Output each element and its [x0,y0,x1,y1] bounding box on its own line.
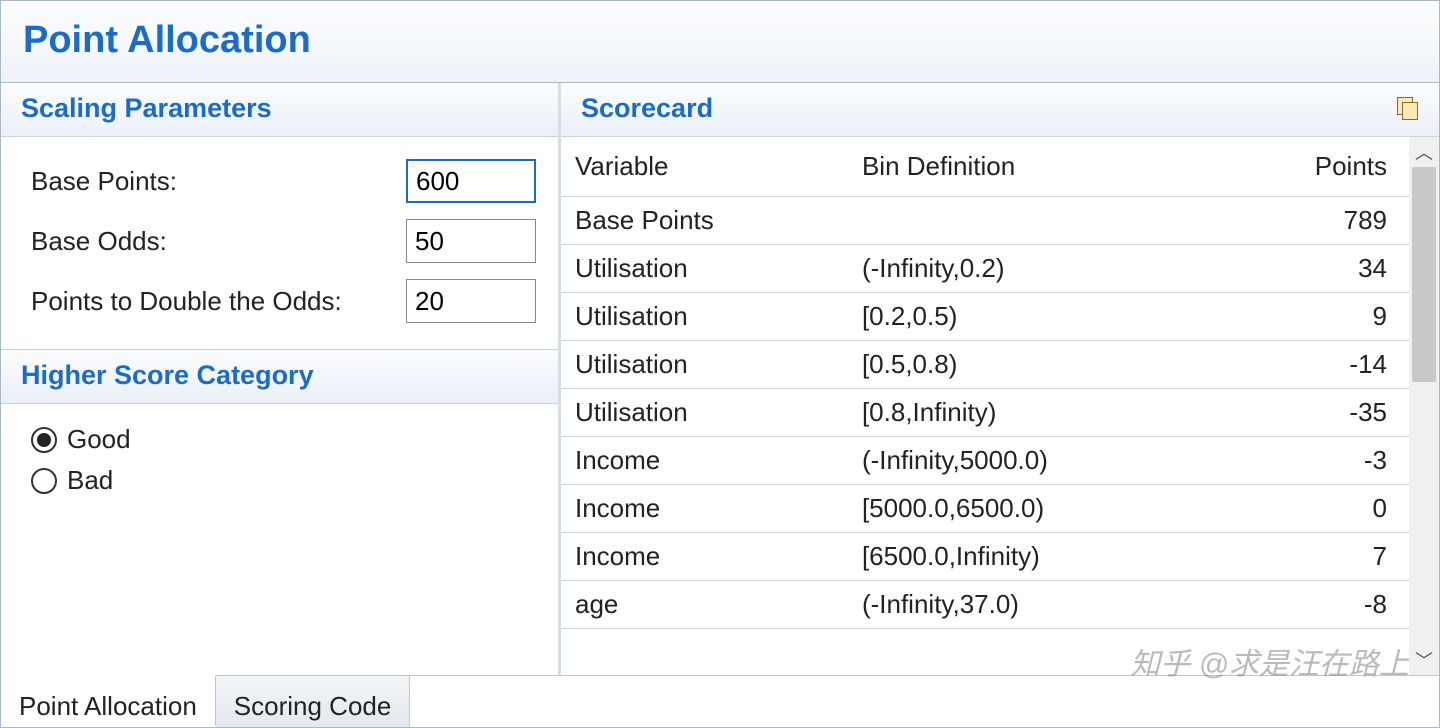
table-row[interactable]: age(-Infinity,37.0)-8 [561,581,1409,629]
cell-points: 34 [1218,245,1409,293]
scroll-track[interactable] [1409,167,1439,645]
cell-variable: Utilisation [561,389,848,437]
tab-point-allocation[interactable]: Point Allocation [1,675,216,726]
cell-variable: Income [561,485,848,533]
cell-variable: Utilisation [561,245,848,293]
scorecard-table-body: Variable Bin Definition Points Base Poin… [561,137,1409,675]
cell-bin: [5000.0,6500.0) [848,485,1218,533]
scorecard-header: Scorecard [561,83,1439,137]
cell-bin: (-Infinity,37.0) [848,581,1218,629]
pdo-label: Points to Double the Odds: [31,286,342,317]
scroll-thumb[interactable] [1412,167,1436,382]
col-points: Points [1218,137,1409,197]
cell-bin: (-Infinity,5000.0) [848,437,1218,485]
cell-points: -35 [1218,389,1409,437]
main-area: Scaling Parameters Base Points: Base Odd… [1,83,1439,675]
cell-bin: [0.8,Infinity) [848,389,1218,437]
base-points-label: Base Points: [31,166,177,197]
base-odds-input[interactable] [406,219,536,263]
cell-points: -8 [1218,581,1409,629]
cell-variable: Utilisation [561,293,848,341]
right-column: Scorecard Variable Bin Definition Points [561,83,1439,675]
cell-bin: [0.2,0.5) [848,293,1218,341]
radio-icon [31,427,57,453]
cell-points: -14 [1218,341,1409,389]
cell-variable: Income [561,533,848,581]
cell-points: 789 [1218,197,1409,245]
base-odds-row: Base Odds: [31,219,536,263]
cell-variable: age [561,581,848,629]
table-header-row: Variable Bin Definition Points [561,137,1409,197]
radio-bad-label: Bad [67,465,113,496]
cell-points: -3 [1218,437,1409,485]
table-row[interactable]: Utilisation[0.5,0.8)-14 [561,341,1409,389]
base-points-input[interactable] [406,159,536,203]
bottom-tabs: Point Allocation Scoring Code [1,675,1439,727]
col-bin: Bin Definition [848,137,1218,197]
base-odds-label: Base Odds: [31,226,167,257]
left-column: Scaling Parameters Base Points: Base Odd… [1,83,561,675]
scorecard-table: Variable Bin Definition Points Base Poin… [561,137,1409,629]
higher-score-category-header: Higher Score Category [1,350,558,404]
base-points-row: Base Points: [31,159,536,203]
scaling-parameters-header: Scaling Parameters [1,83,558,137]
table-row[interactable]: Income[6500.0,Infinity)7 [561,533,1409,581]
cell-points: 7 [1218,533,1409,581]
tab-label: Point Allocation [19,691,197,722]
cell-bin: [6500.0,Infinity) [848,533,1218,581]
radio-good[interactable]: Good [31,424,536,455]
table-row[interactable]: Utilisation[0.2,0.5)9 [561,293,1409,341]
cell-bin: [0.5,0.8) [848,341,1218,389]
tab-label: Scoring Code [234,691,392,722]
page-title: Point Allocation [23,19,1417,62]
radio-good-label: Good [67,424,131,455]
cell-variable: Base Points [561,197,848,245]
col-variable: Variable [561,137,848,197]
higher-score-category-group: Good Bad [1,404,558,516]
radio-icon [31,468,57,494]
scorecard-title: Scorecard [581,93,713,124]
cell-bin [848,197,1218,245]
scroll-down-icon[interactable]: ﹀ [1409,645,1439,675]
cell-variable: Income [561,437,848,485]
table-row[interactable]: Utilisation(-Infinity,0.2)34 [561,245,1409,293]
table-row[interactable]: Utilisation[0.8,Infinity)-35 [561,389,1409,437]
scroll-up-icon[interactable]: ︿ [1409,137,1439,167]
table-row[interactable]: Income(-Infinity,5000.0)-3 [561,437,1409,485]
cell-variable: Utilisation [561,341,848,389]
pdo-input[interactable] [406,279,536,323]
radio-bad[interactable]: Bad [31,465,536,496]
scaling-parameters-body: Base Points: Base Odds: Points to Double… [1,137,558,350]
pdo-row: Points to Double the Odds: [31,279,536,323]
point-allocation-window: Point Allocation Scaling Parameters Base… [0,0,1440,728]
cell-points: 0 [1218,485,1409,533]
scorecard-table-wrap: Variable Bin Definition Points Base Poin… [561,137,1439,675]
tab-scoring-code[interactable]: Scoring Code [216,676,411,727]
cell-bin: (-Infinity,0.2) [848,245,1218,293]
table-row[interactable]: Base Points 789 [561,197,1409,245]
copy-icon[interactable] [1397,97,1419,121]
table-row[interactable]: Income[5000.0,6500.0)0 [561,485,1409,533]
cell-points: 9 [1218,293,1409,341]
title-bar: Point Allocation [1,1,1439,83]
scrollbar[interactable]: ︿ ﹀ [1409,137,1439,675]
